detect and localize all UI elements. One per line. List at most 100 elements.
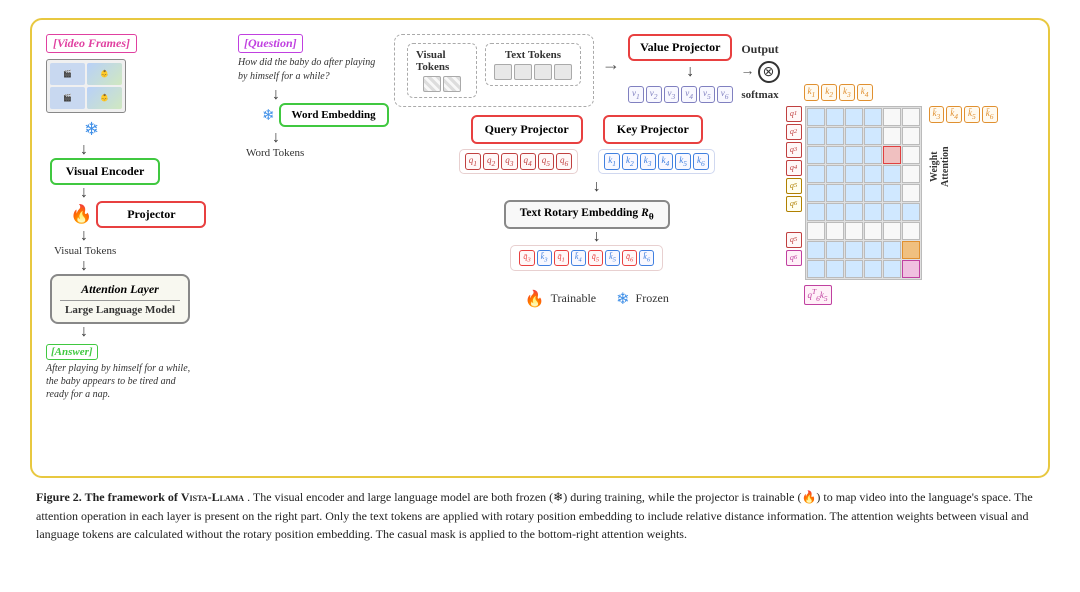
k-top-2: k2	[821, 84, 837, 101]
k-top-4: k4	[857, 84, 873, 101]
k-tok-4: k4	[658, 153, 674, 170]
text-token-4	[554, 64, 572, 80]
question-label: [Question]	[238, 34, 303, 53]
text-token-2	[514, 64, 532, 80]
q-tok-4: q4	[520, 153, 536, 170]
video-frames-box: 🎬 👶 🎬 👶	[46, 59, 126, 113]
arrow-to-value: →	[602, 54, 620, 75]
qk-q5: q̄5	[588, 250, 603, 266]
visual-tokens-group: Visual Tokens	[407, 43, 477, 98]
video-frame-1: 🎬	[50, 63, 85, 85]
q-side-5: q5	[786, 178, 802, 194]
legend-row: 🔥 Trainable ❄ Frozen	[505, 289, 669, 309]
k-right-6: k̄6	[982, 106, 998, 123]
k-top-3: k3	[839, 84, 855, 101]
video-frame-2: 👶	[87, 63, 122, 85]
arrow-down-4: ↓	[80, 258, 88, 274]
left-column: [Video Frames] 🎬 👶 🎬 👶 ❄ ↓ Visual Encode…	[42, 30, 242, 466]
mid-left-column: [Question] How did the baby do after pla…	[238, 30, 388, 466]
arrow-to-rotary: ↓	[593, 179, 601, 195]
caption-bold-text: The framework of	[85, 490, 181, 504]
text-tokens-header: Text Tokens	[505, 49, 561, 61]
visual-token-cells	[423, 76, 461, 92]
trainable-legend: 🔥 Trainable	[525, 289, 596, 309]
query-projector-box: Query Projector	[471, 115, 583, 144]
flame-icon-projector: 🔥	[70, 204, 92, 225]
arrow-from-value: ↓	[686, 64, 694, 80]
video-frames-label: [Video Frames]	[46, 34, 137, 53]
snowflake-icon-visual: ❄	[84, 119, 99, 140]
q6-annotation: qT6k5	[804, 285, 832, 305]
qk-k6: k̄6	[639, 250, 654, 266]
v-token-3: v3	[664, 86, 680, 103]
flame-icon-legend: 🔥	[525, 289, 545, 309]
answer-text: After playing by himself for a while, th…	[46, 362, 196, 401]
visual-tokens-header: Visual Tokens	[416, 49, 468, 73]
rotary-label: Text Rotary Embedding Rθ	[520, 207, 654, 219]
word-tokens-label: Word Tokens	[246, 147, 304, 159]
llm-label: Large Language Model	[60, 304, 180, 316]
arrow-down-3: ↓	[80, 228, 88, 244]
q-side-3: q3	[786, 142, 802, 158]
word-embedding-box: Word Embedding	[279, 103, 389, 127]
q-side-9: q6	[786, 250, 802, 266]
snowflake-icon-legend: ❄	[616, 289, 629, 309]
visual-token-1	[423, 76, 441, 92]
q-tok-3: q3	[501, 153, 517, 170]
center-column: Visual Tokens Text Tokens	[394, 30, 780, 466]
qk-q6: q̄6	[622, 250, 637, 266]
visual-tokens-label: Visual Tokens	[54, 245, 116, 257]
diagram-area: [Video Frames] 🎬 👶 🎬 👶 ❄ ↓ Visual Encode…	[30, 18, 1050, 478]
projector-box: Projector	[96, 201, 206, 228]
q-side-1: q1	[786, 106, 802, 122]
arrow-from-rotary: ↓	[593, 229, 601, 245]
arrow-down-q1: ↓	[272, 87, 280, 103]
output-label: Output	[741, 42, 778, 57]
q-tok-2: q2	[483, 153, 499, 170]
multiply-circle: ⊗	[758, 61, 780, 83]
q-side-labels: q1 q2 q3 q4 q5 q6 q5 q6	[786, 106, 802, 266]
answer-label: [Answer]	[46, 344, 98, 360]
k-right-3: k̄3	[929, 106, 945, 123]
qk-q3: q̄3	[519, 250, 534, 266]
arrow-down-1: ↓	[80, 142, 88, 158]
k-tok-3: k3	[640, 153, 656, 170]
rotary-box: Text Rotary Embedding Rθ	[504, 200, 670, 229]
page-container: [Video Frames] 🎬 👶 🎬 👶 ❄ ↓ Visual Encode…	[0, 0, 1080, 562]
arrow-down-q2: ↓	[272, 130, 280, 146]
video-frame-4: 👶	[87, 87, 122, 109]
q-tok-1: q1	[465, 153, 481, 170]
frozen-label: Frozen	[636, 291, 669, 306]
text-token-3	[534, 64, 552, 80]
k-tok-6: k6	[693, 153, 709, 170]
k-tok-2: k2	[622, 153, 638, 170]
frozen-legend: ❄ Frozen	[616, 289, 669, 309]
figure-number: Figure 2.	[36, 490, 85, 504]
value-projector-box: Value Projector	[628, 34, 732, 61]
qk-k3: k̄3	[537, 250, 552, 266]
v-token-6: v6	[717, 86, 733, 103]
q-side-2: q2	[786, 124, 802, 140]
caption-name: Vista-Llama	[181, 490, 244, 504]
v-token-1: v1	[628, 86, 644, 103]
caption-area: Figure 2. The framework of Vista-Llama .…	[30, 488, 1050, 544]
q-tok-6: q6	[556, 153, 572, 170]
text-token-cells	[494, 64, 572, 80]
snowflake-icon-word: ❄	[262, 106, 275, 125]
text-tokens-group: Text Tokens	[485, 43, 581, 86]
visual-token-2	[443, 76, 461, 92]
right-column: k1 k2 k3 k4 q1 q2 q3 q4 q5 q6 q5	[786, 30, 1066, 466]
arrow-down-5: ↓	[80, 324, 88, 340]
k-right-5: k̄5	[964, 106, 980, 123]
key-projector-box: Key Projector	[603, 115, 703, 144]
attention-model-box: Attention Layer Large Language Model	[50, 274, 190, 324]
question-text: How did the baby do after playing by him…	[238, 56, 378, 84]
q-side-6: q6	[786, 196, 802, 212]
k-top-1: k1	[804, 84, 820, 101]
q-side-8: q5	[786, 232, 802, 248]
tokens-box: Visual Tokens Text Tokens	[394, 34, 594, 107]
attention-layer-label: Attention Layer	[60, 282, 180, 297]
softmax-label: softmax	[741, 89, 778, 101]
qk-k4: k̄4	[571, 250, 586, 266]
k-tok-5: k5	[675, 153, 691, 170]
